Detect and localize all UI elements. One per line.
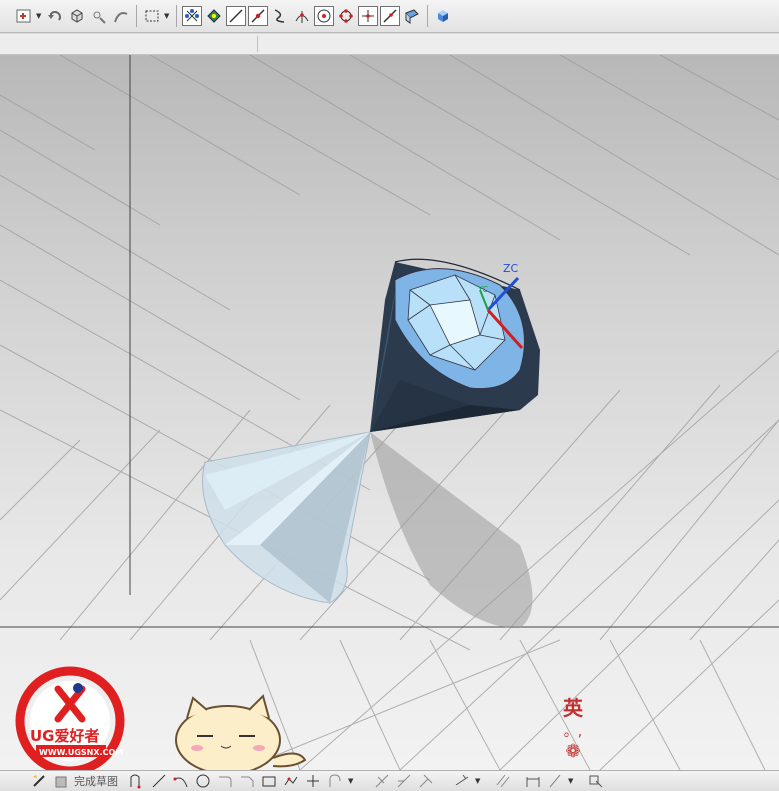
sketch-plane-icon[interactable] — [14, 6, 34, 26]
finish-sketch-label[interactable]: 完成草图 — [74, 773, 118, 789]
rectangle-icon[interactable] — [260, 772, 278, 790]
scene: ZC YC — [0, 55, 779, 770]
snap-center-icon[interactable] — [314, 6, 334, 26]
triad-label-yc: YC — [477, 285, 488, 294]
dropdown-arrow-icon[interactable]: ▼ — [164, 12, 171, 20]
triad-label-zc: ZC — [503, 262, 519, 275]
sketch-toolbar: 完成草图 ▼ ▼ ▼ — [0, 770, 779, 791]
undo-icon[interactable] — [45, 6, 65, 26]
toolbar-divider — [257, 36, 258, 52]
slash-icon[interactable] — [546, 772, 564, 790]
snap-line-icon[interactable] — [226, 6, 246, 26]
constraint-icon[interactable] — [453, 772, 471, 790]
dimension-icon[interactable] — [524, 772, 542, 790]
snap-control-icon[interactable] — [204, 6, 224, 26]
parallel-icon[interactable] — [494, 772, 512, 790]
finish-sketch-icon[interactable] — [30, 772, 48, 790]
fillet-icon[interactable] — [216, 772, 234, 790]
toolbar-divider — [136, 5, 137, 27]
deco-char-2: 。, — [563, 724, 583, 740]
point-icon[interactable] — [89, 6, 109, 26]
deco-char-1: 英 — [563, 696, 583, 720]
shaded-cube-icon[interactable] — [433, 6, 453, 26]
cone-reflection — [202, 431, 371, 604]
view-orient-icon[interactable] — [67, 6, 87, 26]
snap-face-icon[interactable] — [402, 6, 422, 26]
snap-onpoint-icon[interactable] — [380, 6, 400, 26]
deco-text: 英 。, ❁ — [560, 692, 586, 764]
sketch-cube-icon[interactable] — [52, 772, 70, 790]
deco-char-3: ❁ — [565, 741, 581, 762]
cat-sticker — [173, 688, 313, 775]
toolbar-divider — [176, 5, 177, 27]
dropdown-arrow-icon[interactable]: ▼ — [348, 777, 355, 785]
logo-text: UG爱好者 — [30, 727, 100, 745]
logo-url: WWW.UGSNX.COM — [39, 748, 123, 757]
graphics-viewport[interactable]: ZC YC — [0, 55, 779, 770]
rect-select-icon[interactable] — [142, 6, 162, 26]
arc-icon[interactable] — [172, 772, 190, 790]
secondary-toolbar — [0, 34, 779, 55]
diamond-model — [370, 258, 540, 432]
polyline-icon[interactable] — [282, 772, 300, 790]
dropdown-arrow-icon[interactable]: ▼ — [36, 12, 43, 20]
circle-icon[interactable] — [194, 772, 212, 790]
extend-icon[interactable] — [395, 772, 413, 790]
diamond-shadow — [370, 432, 533, 629]
main-toolbar: ▼ ▼ — [0, 0, 779, 33]
line-icon[interactable] — [150, 772, 168, 790]
offset-curve-icon[interactable] — [326, 772, 344, 790]
chamfer-icon[interactable] — [238, 772, 256, 790]
trim-icon[interactable] — [373, 772, 391, 790]
snap-midpoint-icon[interactable] — [248, 6, 268, 26]
snap-intersect-icon[interactable] — [292, 6, 312, 26]
sketch-point-icon[interactable] — [304, 772, 322, 790]
snap-point-icon[interactable] — [358, 6, 378, 26]
snap-quadrant-icon[interactable] — [336, 6, 356, 26]
corner-icon[interactable] — [417, 772, 435, 790]
dropdown-arrow-icon[interactable]: ▼ — [568, 777, 575, 785]
ug-logo: UG爱好者 WWW.UGSNX.COM — [10, 664, 128, 779]
snap-endpoint-icon[interactable] — [182, 6, 202, 26]
dropdown-arrow-icon[interactable]: ▼ — [475, 777, 482, 785]
profile-icon[interactable] — [128, 772, 146, 790]
toolbar-divider — [427, 5, 428, 27]
curve-icon[interactable] — [111, 6, 131, 26]
display-icon[interactable] — [587, 772, 605, 790]
snap-curve-icon[interactable] — [270, 6, 290, 26]
